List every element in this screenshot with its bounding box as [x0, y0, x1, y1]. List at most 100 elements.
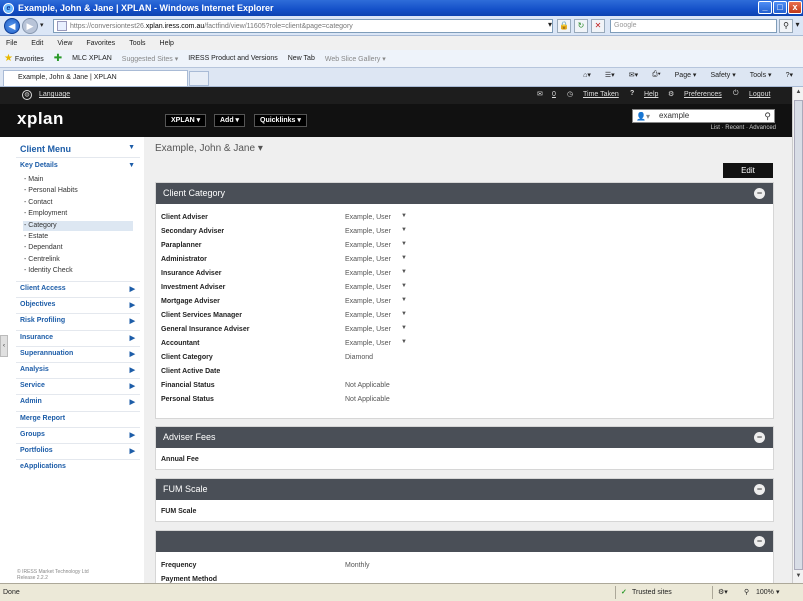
logout-link[interactable]: Logout — [749, 91, 770, 98]
mail-count[interactable]: 0 — [552, 91, 556, 98]
stop-icon[interactable]: ✕ — [591, 19, 605, 33]
address-field[interactable]: https://conversiontest26. xplan.iress.co… — [53, 19, 553, 33]
minimize-button[interactable]: _ — [758, 1, 772, 14]
add-menu-button[interactable]: Add ▾ — [214, 114, 246, 127]
sidebar-section-analysis[interactable]: Analysis ▶ — [20, 366, 135, 374]
fav-new-tab[interactable]: New Tab — [288, 55, 315, 62]
collapse-icon[interactable]: − — [754, 432, 765, 443]
client-search-icon[interactable]: ⚲ — [764, 110, 771, 122]
sidebar-item-dependant[interactable]: - Dependant — [23, 243, 133, 253]
collapse-icon[interactable]: − — [754, 484, 765, 495]
menu-tools[interactable]: Tools — [129, 40, 145, 47]
vertical-scrollbar[interactable]: ▲ ▼ — [792, 87, 803, 583]
zoom-icon[interactable]: ⚲ — [744, 584, 749, 601]
chevron-down-icon[interactable]: ▼ — [401, 213, 407, 219]
scroll-down-icon[interactable]: ▼ — [794, 572, 803, 581]
sidebar-section-merge-report[interactable]: Merge Report — [20, 415, 135, 422]
chevron-down-icon[interactable]: ▼ — [401, 227, 407, 233]
tab-active[interactable]: Example, John & Jane | XPLAN — [3, 70, 188, 86]
address-dropdown-icon[interactable]: ▾ — [543, 19, 557, 33]
sidebar-item-estate[interactable]: - Estate — [23, 232, 133, 242]
cmd-page[interactable]: Page ▾ — [675, 71, 697, 79]
mail-counter-icon[interactable]: ✉ — [537, 90, 543, 98]
maximize-button[interactable]: □ — [773, 1, 787, 14]
history-dropdown-icon[interactable]: ▾ — [40, 21, 44, 29]
field-select[interactable]: Example, User — [345, 242, 391, 249]
fav-mlc-xplan[interactable]: MLC XPLAN — [72, 55, 112, 62]
sidebar-section-portfolios[interactable]: Portfolios ▶ — [20, 447, 135, 455]
sidebar-section-objectives[interactable]: Objectives ▶ — [20, 301, 135, 309]
scroll-thumb[interactable] — [794, 100, 803, 570]
client-menu-heading[interactable]: Client Menu ▼ — [20, 144, 135, 154]
sidebar-key-details[interactable]: Key Details ▼ — [20, 162, 135, 169]
chevron-down-icon[interactable]: ▼ — [401, 241, 407, 247]
close-button[interactable]: x — [788, 1, 802, 14]
sidebar-item-centrelink[interactable]: - Centrelink — [23, 255, 133, 265]
sidebar-item-personal-habits[interactable]: - Personal Habits — [23, 186, 133, 196]
chevron-down-icon[interactable]: ▼ — [401, 297, 407, 303]
add-favorite-icon[interactable]: ✚ — [54, 53, 62, 64]
home-icon[interactable]: ⌂▾ — [583, 71, 591, 79]
chevron-down-icon[interactable]: ▼ — [401, 311, 407, 317]
forward-button[interactable]: ▶ — [22, 18, 38, 34]
collapse-icon[interactable]: − — [754, 188, 765, 199]
field-select[interactable]: Example, User — [345, 214, 391, 221]
client-name-dropdown[interactable]: Example, John & Jane ▾ — [155, 143, 263, 154]
field-select[interactable]: Example, User — [345, 270, 391, 277]
chevron-down-icon[interactable]: ▼ — [401, 325, 407, 331]
feeds-icon[interactable]: ☰▾ — [605, 71, 615, 79]
zoom-dropdown-icon[interactable]: ▾ — [776, 584, 780, 601]
fav-iress-product[interactable]: IRESS Product and Versions — [188, 55, 278, 62]
zoom-level[interactable]: 100% — [756, 584, 774, 601]
sidebar-toggle-handle[interactable]: ‹ — [0, 335, 8, 357]
back-button[interactable]: ◀ — [4, 18, 20, 34]
menu-help[interactable]: Help — [160, 40, 174, 47]
protected-mode-icon[interactable]: ⚙▾ — [718, 584, 728, 601]
refresh-icon[interactable]: ↻ — [574, 19, 588, 33]
security-zone[interactable]: Trusted sites — [632, 584, 672, 601]
menu-favorites[interactable]: Favorites — [86, 40, 115, 47]
sidebar-section-client-access[interactable]: Client Access ▶ — [20, 285, 135, 293]
sidebar-item-category[interactable]: - Category — [23, 220, 133, 231]
edit-button[interactable]: Edit — [723, 163, 773, 178]
field-select[interactable]: Example, User — [345, 326, 391, 333]
sidebar-section-eapplications[interactable]: eApplications — [20, 463, 135, 470]
quicklinks-menu-button[interactable]: Quicklinks ▾ — [254, 114, 307, 127]
search-options-icon[interactable]: ▾ — [793, 19, 802, 33]
client-search-input[interactable]: 👤▾ example ⚲ — [632, 109, 775, 123]
help-link[interactable]: Help — [644, 91, 658, 98]
chevron-down-icon[interactable]: ▼ — [401, 255, 407, 261]
fav-suggested-sites[interactable]: Suggested Sites ▾ — [122, 55, 178, 63]
chevron-down-icon[interactable]: ▼ — [401, 339, 407, 345]
new-tab-button[interactable] — [189, 71, 209, 86]
sidebar-section-admin[interactable]: Admin ▶ — [20, 398, 135, 406]
sidebar-item-employment[interactable]: - Employment — [23, 209, 133, 219]
menu-view[interactable]: View — [57, 40, 72, 47]
cmd-tools[interactable]: Tools ▾ — [750, 71, 772, 79]
sidebar-section-service[interactable]: Service ▶ — [20, 382, 135, 390]
xplan-logo[interactable]: xplan — [17, 109, 64, 129]
search-icon[interactable]: ⚲ — [779, 19, 793, 33]
sidebar-item-main[interactable]: - Main — [23, 175, 133, 185]
favorites-button[interactable]: ★ Favorites — [4, 53, 44, 64]
field-select[interactable]: Example, User — [345, 228, 391, 235]
language-link[interactable]: Language — [39, 91, 70, 98]
sidebar-section-risk-profiling[interactable]: Risk Profiling ▶ — [20, 317, 135, 325]
sidebar-item-contact[interactable]: - Contact — [23, 198, 133, 208]
chevron-down-icon[interactable]: ▼ — [401, 283, 407, 289]
time-taken-link[interactable]: Time Taken — [583, 91, 619, 98]
print-icon[interactable]: ⎙▾ — [652, 71, 661, 79]
xplan-menu-button[interactable]: XPLAN ▾ — [165, 114, 207, 127]
cmd-safety[interactable]: Safety ▾ — [710, 71, 735, 79]
search-links[interactable]: List · Recent · Advanced — [711, 125, 776, 131]
menu-edit[interactable]: Edit — [31, 40, 43, 47]
lock-icon[interactable]: 🔒 — [557, 19, 571, 33]
field-select[interactable]: Example, User — [345, 312, 391, 319]
field-select[interactable]: Example, User — [345, 284, 391, 291]
sidebar-section-superannuation[interactable]: Superannuation ▶ — [20, 350, 135, 358]
preferences-link[interactable]: Preferences — [684, 91, 722, 98]
search-input[interactable]: Google — [610, 19, 777, 33]
menu-file[interactable]: File — [6, 40, 17, 47]
collapse-icon[interactable]: − — [754, 536, 765, 547]
scroll-up-icon[interactable]: ▲ — [794, 88, 803, 97]
